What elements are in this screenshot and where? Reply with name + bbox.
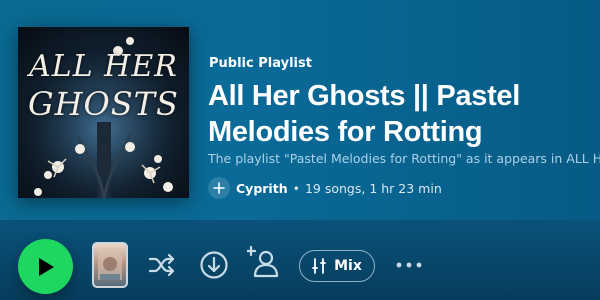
plus-icon	[213, 182, 225, 194]
mini-cover-art	[98, 250, 122, 280]
preview-cover-button[interactable]	[92, 242, 128, 288]
playlist-description: The playlist "Pastel Melodies for Rottin…	[208, 151, 600, 166]
add-user-icon	[247, 245, 279, 278]
download-button[interactable]	[197, 248, 231, 282]
playlist-type-label: Public Playlist	[209, 56, 312, 71]
playlist-title: All Her Ghosts || Pastel Melodies for Ro…	[208, 80, 521, 148]
owner-avatar[interactable]	[208, 177, 230, 199]
play-icon	[38, 257, 54, 276]
cover-title-line2: GHOSTS	[28, 85, 179, 123]
add-user-button[interactable]	[247, 245, 281, 279]
playlist-stats: 19 songs, 1 hr 23 min	[304, 180, 442, 196]
more-options-button[interactable]	[392, 248, 426, 282]
sliders-icon	[312, 258, 327, 274]
shuffle-button[interactable]	[145, 248, 179, 282]
cover-title-line1: ALL HER	[29, 49, 178, 84]
download-icon	[200, 251, 228, 279]
mix-label: Mix	[334, 258, 362, 274]
play-button[interactable]	[18, 239, 73, 294]
shuffle-icon	[148, 253, 175, 277]
owner-link[interactable]: Cyprith	[236, 181, 288, 196]
mix-button[interactable]: Mix	[299, 250, 375, 282]
playlist-page: ALL HER GHOSTS Public Playlist All Her G…	[0, 0, 600, 300]
playlist-cover[interactable]: ALL HER GHOSTS	[18, 27, 189, 198]
meta-separator: •	[292, 180, 300, 196]
playlist-meta: Cyprith • 19 songs, 1 hr 23 min	[208, 176, 442, 200]
more-icon	[396, 262, 422, 268]
